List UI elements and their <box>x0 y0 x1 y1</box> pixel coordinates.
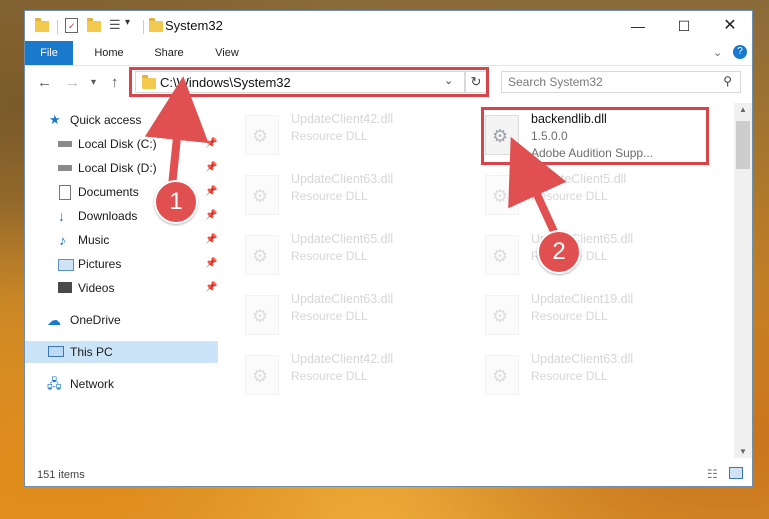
arrow-2 <box>508 136 567 238</box>
callout-1: 1 <box>154 180 198 224</box>
arrow-1 <box>144 76 209 187</box>
annotation-overlay <box>144 76 567 238</box>
callout-2: 2 <box>537 230 581 274</box>
